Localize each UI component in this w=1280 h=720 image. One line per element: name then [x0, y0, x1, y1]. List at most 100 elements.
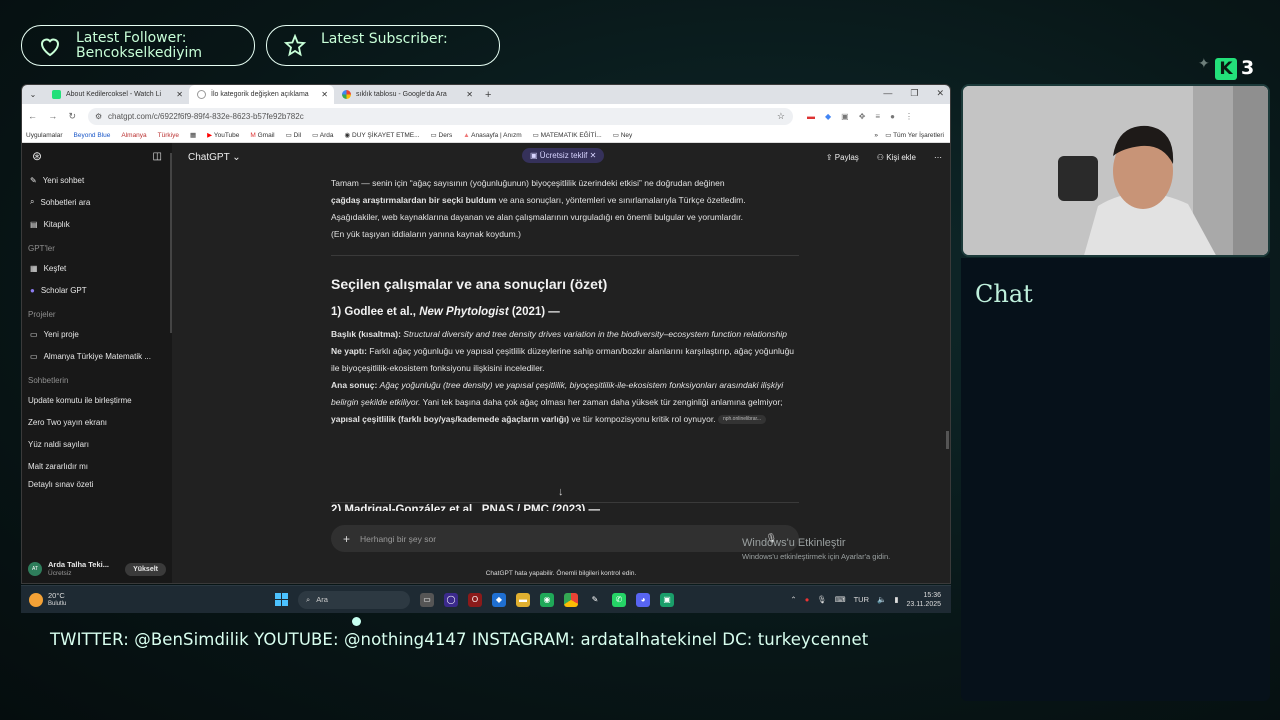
chat-history-item[interactable]: Yüz naldi sayıları: [22, 433, 172, 455]
site-info-icon[interactable]: ⚙: [95, 112, 102, 121]
extension-icon[interactable]: ▬: [807, 112, 815, 121]
bookmark-beyond-blue[interactable]: Beyond Blue: [74, 132, 111, 139]
bookmark-ney[interactable]: ▭ Ney: [613, 131, 633, 139]
scroll-down-icon[interactable]: ↓: [558, 486, 564, 498]
app-icon[interactable]: ◯: [444, 592, 458, 607]
line-icon[interactable]: ◉: [540, 592, 554, 607]
speaker-icon[interactable]: 🔈: [877, 595, 886, 604]
more-options-icon[interactable]: ⋯: [934, 153, 942, 162]
tab-chatgpt[interactable]: İlo kategorik değişken açıklama ✕: [189, 85, 334, 104]
keyboard-icon[interactable]: ⌨: [835, 595, 846, 604]
prompt-placeholder: Herhangi bir şey sor: [360, 533, 437, 544]
reading-list-icon[interactable]: ≡: [875, 112, 880, 121]
reload-icon[interactable]: ↻: [68, 111, 76, 122]
menu-icon[interactable]: ⋮: [905, 112, 913, 121]
sidebar-item-explore[interactable]: ▦ Keşfet: [22, 257, 172, 279]
sidebar-toggle-icon[interactable]: ◫: [153, 151, 162, 162]
share-button[interactable]: ⇪ Paylaş: [826, 153, 859, 162]
back-icon[interactable]: ←: [28, 111, 37, 122]
chat-history-item[interactable]: Update komutu ile birleştirme: [22, 389, 172, 411]
model-selector[interactable]: ChatGPT ⌄: [188, 152, 241, 163]
library-button[interactable]: ▤ Kitaplık: [22, 213, 172, 235]
sidebar-item-project[interactable]: ▭ Almanya Türkiye Matematik ...: [22, 345, 172, 367]
extension-icon[interactable]: ▣: [841, 112, 849, 121]
bookmark-anasayfa[interactable]: ▲ Anasayfa | Anızm: [463, 132, 521, 139]
new-chat-button[interactable]: ✎ Yeni sohbet: [22, 169, 172, 191]
search-chats-button[interactable]: ⌕ Sohbetleri ara: [22, 191, 172, 213]
close-window-icon[interactable]: ✕: [936, 88, 944, 99]
clock[interactable]: 15:36 23.11.2025: [906, 591, 941, 609]
sidebar-label: Sohbetleri ara: [40, 197, 91, 207]
add-person-button[interactable]: ⚇ Kişi ekle: [877, 153, 916, 162]
whatsapp-icon[interactable]: ✆: [612, 592, 626, 607]
window-controls: — ❐ ✕: [883, 88, 944, 99]
app-icon[interactable]: ◆: [492, 592, 506, 607]
restore-icon[interactable]: ❐: [910, 88, 918, 99]
all-bookmarks[interactable]: » ▭ Tüm Yer İşaretleri: [874, 131, 944, 139]
chevron-up-icon[interactable]: ⌃: [790, 595, 796, 604]
offer-label: Ücretsiz teklif: [539, 151, 588, 160]
bookmark-matematik[interactable]: ▭ MATEMATIK EĞİTİ...: [533, 131, 602, 139]
tab-google[interactable]: sıklık tablosu - Google'da Ara ✕: [334, 85, 479, 104]
close-icon[interactable]: ✕: [466, 90, 473, 99]
bookmark-almanya[interactable]: Almanya: [121, 132, 146, 139]
bookmark-arda[interactable]: ▭ Arda: [312, 131, 333, 139]
url-input[interactable]: ⚙ chatgpt.com/c/6922f6f9-89f4-832e-8623-…: [88, 107, 793, 125]
chat-history-item[interactable]: Zero Two yayın ekranı: [22, 411, 172, 433]
bookmark-apps[interactable]: Uygulamalar: [26, 132, 63, 139]
upgrade-button[interactable]: Yükselt: [125, 562, 166, 576]
free-offer-button[interactable]: ▣ Ücretsiz teklif ✕: [522, 148, 605, 163]
chat-header: ChatGPT ⌄ ▣ Ücretsiz teklif ✕ ⇪ Paylaş ⚇…: [172, 143, 950, 171]
battery-icon[interactable]: ▮: [894, 595, 898, 604]
bookmark-duy[interactable]: ◉ DUY ŞİKAYET ETME...: [345, 131, 420, 139]
tray-app-icon[interactable]: ●: [805, 595, 810, 604]
bookmark-star-icon[interactable]: ☆: [777, 111, 785, 122]
google-icon: [342, 90, 351, 99]
bookmark-gmail[interactable]: M Gmail: [250, 132, 274, 139]
forward-icon[interactable]: →: [48, 111, 57, 122]
content-scrollbar[interactable]: [946, 431, 949, 449]
file-explorer-icon[interactable]: ▬: [516, 592, 530, 607]
tab-kick[interactable]: About Kedilercoksel - Watch Li ✕: [44, 85, 189, 104]
extensions-icon[interactable]: ✥: [859, 112, 866, 121]
close-icon[interactable]: ✕: [176, 90, 183, 99]
app-icon[interactable]: ▣: [660, 592, 674, 607]
new-tab-button[interactable]: +: [485, 89, 491, 101]
chat-history-item[interactable]: Malt zararlıdır mı: [22, 455, 172, 477]
bookmark-turkiye[interactable]: Türkiye: [158, 132, 179, 139]
taskbar-search[interactable]: ⌕ Ara: [298, 590, 410, 609]
openai-logo-icon[interactable]: ⊛: [32, 149, 42, 163]
close-icon[interactable]: ✕: [590, 151, 597, 160]
intro-line-4: (En yük taşıyan iddiaların yanına kaynak…: [331, 229, 521, 239]
sidebar-item-scholar-gpt[interactable]: ● Scholar GPT: [22, 279, 172, 301]
new-project-button[interactable]: ▭ Yeni proje: [22, 323, 172, 345]
discord-icon[interactable]: ◕: [636, 592, 650, 607]
scholar-gpt-icon: ●: [30, 285, 35, 295]
bookmark-youtube[interactable]: ▶ YouTube: [207, 131, 239, 139]
task-view-icon[interactable]: ▭: [420, 592, 434, 607]
minimize-icon[interactable]: —: [883, 88, 892, 99]
weather-widget[interactable]: 20°C Bulutlu: [29, 591, 66, 608]
microphone-icon[interactable]: 🎙: [817, 595, 827, 604]
gmail-icon: M: [250, 131, 256, 139]
plus-icon[interactable]: +: [343, 532, 350, 546]
bookmark-ders[interactable]: ▭ Ders: [431, 131, 453, 139]
start-icon[interactable]: [275, 593, 288, 606]
profile-icon[interactable]: ●: [890, 112, 895, 121]
chat-panel: Chat: [961, 258, 1270, 701]
bookmark-grid-icon[interactable]: ▦: [190, 131, 196, 139]
opera-icon[interactable]: O: [468, 592, 482, 607]
extension-icon[interactable]: ◆: [825, 112, 831, 121]
tab-search-icon[interactable]: ⌄: [22, 90, 44, 99]
source-pill[interactable]: nph.onlinelibrar...: [717, 415, 767, 425]
user-profile[interactable]: AT Arda Talha Teki... Ücretsiz Yükselt: [22, 555, 172, 583]
language-indicator[interactable]: TUR: [854, 595, 869, 604]
close-icon[interactable]: ✕: [321, 90, 328, 99]
study-1-result: Ana sonuç: Ağaç yoğunluğu (tree density)…: [331, 377, 799, 428]
chat-history-item[interactable]: Detaylı sınav özeti: [22, 477, 172, 489]
bookmark-dil[interactable]: ▭ Dil: [286, 131, 302, 139]
folder-plus-icon: ▭: [30, 329, 38, 339]
pen-icon[interactable]: ✎: [588, 593, 602, 607]
chrome-icon[interactable]: [564, 592, 578, 607]
prompt-input[interactable]: + Herhangi bir şey sor 🎙: [331, 525, 799, 552]
